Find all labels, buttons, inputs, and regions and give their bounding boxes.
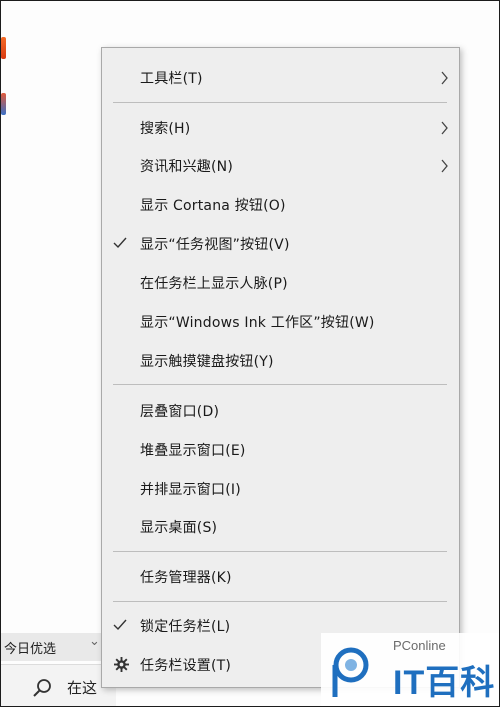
search-icon xyxy=(33,679,51,697)
menu-item-label: 并排显示窗口(I) xyxy=(140,482,241,498)
menu-item-label: 锁定任务栏(L) xyxy=(140,619,231,635)
chevron-right-icon xyxy=(441,71,448,85)
menu-separator xyxy=(113,102,447,103)
menu-item-label: 显示触摸键盘按钮(Y) xyxy=(140,354,274,370)
screenshot-frame: 今日优选 ⌄ 在这 工具栏(T) 搜索(H) 资讯和兴趣(N) 显示 Corta… xyxy=(0,0,500,707)
gear-icon xyxy=(114,657,129,672)
menu-separator xyxy=(113,384,447,385)
menu-item-show-cortana[interactable]: 显示 Cortana 按钮(O) xyxy=(102,187,459,223)
checkmark-icon xyxy=(113,619,127,631)
menu-item-task-manager[interactable]: 任务管理器(K) xyxy=(102,559,459,595)
news-widget-label: 今日优选 xyxy=(4,642,57,657)
checkmark-icon xyxy=(113,237,127,249)
menu-item-label: 堆叠显示窗口(E) xyxy=(140,443,246,459)
menu-item-label: 资讯和兴趣(N) xyxy=(140,159,233,175)
watermark-brand-text: PConline xyxy=(393,638,446,653)
chevron-down-icon: ⌄ xyxy=(89,634,100,649)
menu-item-label: 任务栏设置(T) xyxy=(140,658,232,674)
menu-item-search[interactable]: 搜索(H) xyxy=(102,110,459,146)
menu-item-side-by-side[interactable]: 并排显示窗口(I) xyxy=(102,471,459,507)
menu-item-label: 在任务栏上显示人脉(P) xyxy=(140,276,288,292)
menu-item-label: 显示桌面(S) xyxy=(140,520,218,536)
menu-item-label: 任务管理器(K) xyxy=(140,570,232,586)
taskbar-search-box[interactable]: 在这 xyxy=(1,664,116,706)
menu-item-toolbars[interactable]: 工具栏(T) xyxy=(102,60,459,96)
menu-item-label: 搜索(H) xyxy=(140,121,191,137)
menu-item-show-touch-keyboard[interactable]: 显示触摸键盘按钮(Y) xyxy=(102,343,459,379)
menu-item-show-people[interactable]: 在任务栏上显示人脉(P) xyxy=(102,265,459,301)
pconline-watermark: PConline IT百科 xyxy=(321,633,499,706)
desktop-app-icon[interactable] xyxy=(1,37,6,59)
menu-item-cascade-windows[interactable]: 层叠窗口(D) xyxy=(102,393,459,429)
menu-separator xyxy=(113,551,447,552)
menu-item-label: 显示“Windows Ink 工作区”按钮(W) xyxy=(140,315,375,331)
chevron-right-icon xyxy=(441,121,448,135)
menu-separator xyxy=(113,601,447,602)
menu-item-news-interests[interactable]: 资讯和兴趣(N) xyxy=(102,148,459,184)
watermark-title: IT百科 xyxy=(393,664,496,702)
menu-item-show-windows-ink[interactable]: 显示“Windows Ink 工作区”按钮(W) xyxy=(102,304,459,340)
search-placeholder: 在这 xyxy=(67,679,98,697)
menu-item-label: 层叠窗口(D) xyxy=(140,404,220,420)
menu-item-show-desktop[interactable]: 显示桌面(S) xyxy=(102,509,459,545)
menu-item-show-task-view[interactable]: 显示“任务视图”按钮(V) xyxy=(102,226,459,262)
menu-item-label: 显示 Cortana 按钮(O) xyxy=(140,198,286,214)
pconline-logo-icon xyxy=(332,647,369,697)
menu-item-label: 工具栏(T) xyxy=(140,71,203,87)
menu-item-stack-windows[interactable]: 堆叠显示窗口(E) xyxy=(102,432,459,468)
chevron-right-icon xyxy=(441,159,448,173)
menu-item-label: 显示“任务视图”按钮(V) xyxy=(140,237,290,253)
desktop-app-icon[interactable] xyxy=(1,93,6,115)
taskbar-context-menu: 工具栏(T) 搜索(H) 资讯和兴趣(N) 显示 Cortana 按钮(O) 显… xyxy=(101,47,460,688)
